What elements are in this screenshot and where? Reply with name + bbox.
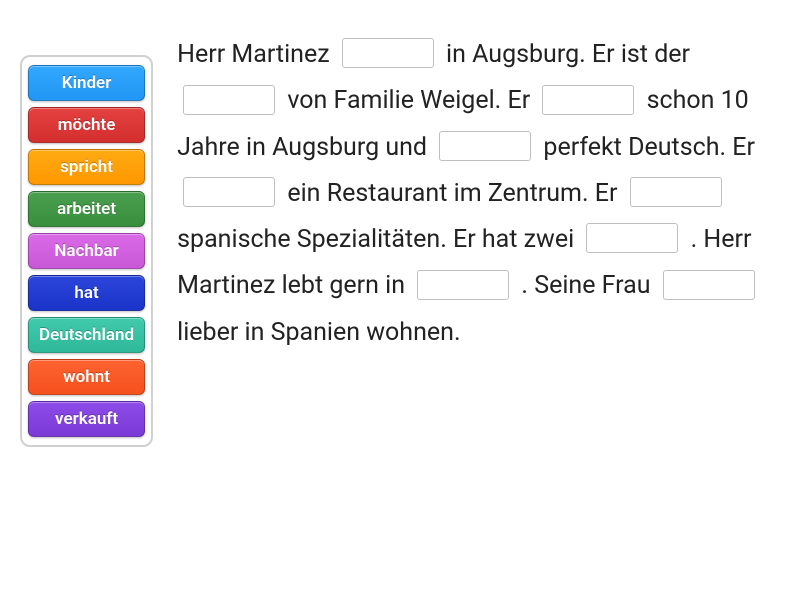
- text-word: zwei: [524, 225, 575, 254]
- text-word: lieber: [177, 318, 238, 347]
- word-bank: Kinder möchte spricht arbeitet Nachbar hat Deu…: [20, 55, 153, 447]
- text-word: hat: [482, 225, 518, 254]
- blank-slot[interactable]: [183, 177, 275, 207]
- text-word: Familie: [334, 86, 414, 115]
- word-tile-wohnt[interactable]: wohnt: [28, 359, 145, 395]
- text-word: in: [446, 40, 466, 69]
- word-tile-verkauft[interactable]: verkauft: [28, 401, 145, 437]
- text-word: im: [454, 179, 482, 208]
- word-tile-arbeitet[interactable]: arbeitet: [28, 191, 145, 227]
- blank-slot[interactable]: [542, 85, 634, 115]
- text-word: gern: [329, 271, 379, 300]
- blank-slot[interactable]: [439, 131, 531, 161]
- text-word: 10: [721, 86, 749, 115]
- text-word: Zentrum.: [488, 179, 589, 208]
- text-word: lebt: [282, 271, 324, 300]
- blank-slot[interactable]: [663, 270, 755, 300]
- word-tile-label: arbeitet: [57, 199, 116, 219]
- text-word: Er: [595, 179, 618, 208]
- text-word: ein: [287, 179, 320, 208]
- text-word: in: [245, 318, 265, 347]
- text-word: perfekt: [543, 133, 621, 162]
- word-tile-label: spricht: [60, 157, 113, 177]
- text-word: Er: [732, 133, 755, 162]
- text-word: Seine: [534, 271, 595, 300]
- text-word: Augsburg: [272, 133, 379, 162]
- text-word: und: [385, 133, 427, 162]
- word-tile-label: wohnt: [63, 367, 110, 387]
- text-word: Herr: [703, 225, 751, 254]
- word-tile-nachbar[interactable]: Nachbar: [28, 233, 145, 269]
- text-word: Restaurant: [327, 179, 448, 208]
- text-word: ist: [621, 40, 648, 69]
- text-word: Herr: [177, 40, 225, 69]
- text-word: Weigel.: [420, 86, 501, 115]
- word-tile-kinder[interactable]: Kinder: [28, 65, 145, 101]
- text-word: Er: [453, 225, 476, 254]
- blank-slot[interactable]: [630, 177, 722, 207]
- word-tile-label: möchte: [58, 115, 116, 135]
- text-word: Augsburg.: [472, 40, 586, 69]
- text-word: Jahre: [177, 133, 240, 162]
- word-tile-label: verkauft: [55, 409, 118, 429]
- text-word: in: [385, 271, 405, 300]
- text-word: Er: [507, 86, 530, 115]
- blank-slot[interactable]: [586, 223, 678, 253]
- text-word: spanische: [177, 225, 290, 254]
- text-word: von: [287, 86, 327, 115]
- text-word: in: [246, 133, 266, 162]
- text-word: schon: [647, 86, 715, 115]
- word-tile-label: Deutschland: [39, 325, 134, 345]
- text-word: der: [654, 40, 690, 69]
- word-tile-deutschland[interactable]: Deutschland: [28, 317, 145, 353]
- text-word: wohnen.: [366, 318, 460, 347]
- blank-slot[interactable]: [342, 38, 434, 68]
- text-word: Spezialitäten.: [297, 225, 447, 254]
- text-word: Frau: [602, 271, 651, 300]
- word-tile-label: hat: [74, 283, 98, 303]
- word-tile-spricht[interactable]: spricht: [28, 149, 145, 185]
- text-word: Martinez: [231, 40, 329, 69]
- text-word: Er: [592, 40, 615, 69]
- text-word: Deutsch.: [628, 133, 726, 162]
- word-tile-label: Kinder: [62, 73, 112, 93]
- text-word: .: [691, 225, 698, 254]
- fill-in-paragraph: Herr Martinez in Augsburg. Er ist der vo…: [177, 30, 780, 580]
- blank-slot[interactable]: [417, 270, 509, 300]
- text-word: Martinez: [177, 271, 275, 300]
- blank-slot[interactable]: [183, 85, 275, 115]
- word-tile-möchte[interactable]: möchte: [28, 107, 145, 143]
- text-word: .: [521, 271, 528, 300]
- word-tile-label: Nachbar: [54, 241, 118, 261]
- text-word: Spanien: [271, 318, 360, 347]
- word-tile-hat[interactable]: hat: [28, 275, 145, 311]
